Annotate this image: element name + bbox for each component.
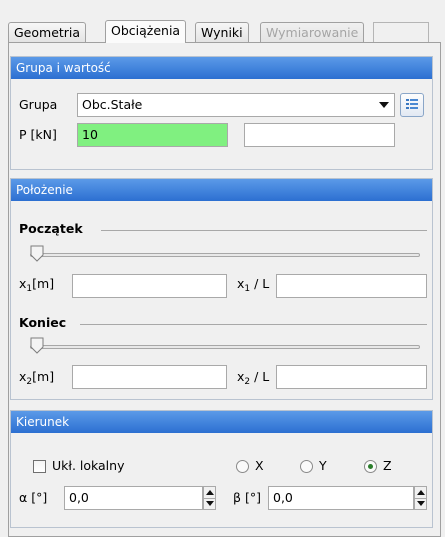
tab-geometria[interactable]: Geometria [8, 22, 87, 42]
start-separator [101, 230, 427, 231]
x1-label: x1[m] [19, 276, 54, 294]
x1-ratio-label: x1 / L [237, 276, 269, 294]
x2-label: x2[m] [19, 369, 54, 387]
x2-ratio-input[interactable] [276, 365, 427, 389]
end-separator [80, 324, 427, 325]
beta-input[interactable]: 0,0 [268, 486, 414, 510]
group-select-value: Obc.Stałe [82, 97, 143, 112]
radio-z[interactable] [364, 460, 377, 473]
x2-label-unit: [m] [32, 369, 55, 384]
beta-spinner[interactable] [414, 486, 427, 510]
beta-label: β [°] [233, 490, 261, 505]
alpha-input[interactable]: 0,0 [64, 486, 203, 510]
spin-up-icon[interactable] [206, 490, 214, 495]
spin-divider [204, 498, 215, 499]
spin-down-icon[interactable] [206, 501, 214, 506]
spin-down-icon[interactable] [417, 501, 425, 506]
x1-input[interactable] [72, 274, 227, 298]
tab-wyniki[interactable]: Wyniki [195, 22, 249, 42]
p-label: P [kN] [19, 127, 57, 142]
x1-ratio-input[interactable] [276, 274, 427, 298]
tab-obciazenia[interactable]: Obciążenia [105, 20, 187, 43]
chevron-down-icon [379, 102, 389, 108]
alpha-spinner[interactable] [203, 486, 216, 510]
radio-z-label: Z [383, 458, 392, 473]
start-slider-track[interactable] [30, 253, 420, 257]
radio-x[interactable] [236, 460, 249, 473]
local-system-checkbox[interactable] [33, 460, 46, 473]
direction-panel-header: Kierunek [11, 411, 432, 433]
group-panel-header: Grupa i wartość [11, 57, 432, 79]
x1-ratio-rest: / L [250, 276, 270, 291]
radio-x-label: X [255, 458, 264, 473]
end-slider-track[interactable] [30, 345, 420, 349]
p-value-input[interactable]: 10 [77, 123, 228, 147]
group-label: Grupa [19, 97, 58, 112]
tab-strip-filler [373, 22, 429, 42]
end-slider-thumb[interactable] [30, 337, 44, 355]
position-panel-header: Położenie [11, 179, 432, 201]
start-slider-thumb[interactable] [30, 245, 44, 263]
group-select[interactable]: Obc.Stałe [77, 93, 395, 117]
end-heading: Koniec [19, 315, 67, 330]
start-heading: Początek [19, 221, 83, 236]
x2-ratio-label: x2 / L [237, 369, 269, 387]
spin-up-icon[interactable] [417, 490, 425, 495]
group-list-button[interactable] [400, 93, 424, 117]
tab-wymiarowanie: Wymiarowanie [260, 22, 365, 42]
spin-divider [415, 498, 426, 499]
x2-ratio-rest: / L [250, 369, 270, 384]
radio-y[interactable] [300, 460, 313, 473]
local-system-label: Ukł. lokalny [52, 458, 125, 473]
list-icon [406, 99, 418, 109]
tab-bar: Geometria Obciążenia Wyniki Wymiarowanie [0, 0, 445, 43]
p-extra-input[interactable] [244, 123, 395, 147]
radio-y-label: Y [319, 458, 327, 473]
x1-label-unit: [m] [32, 276, 55, 291]
alpha-label: α [°] [19, 490, 48, 505]
x2-input[interactable] [72, 365, 227, 389]
